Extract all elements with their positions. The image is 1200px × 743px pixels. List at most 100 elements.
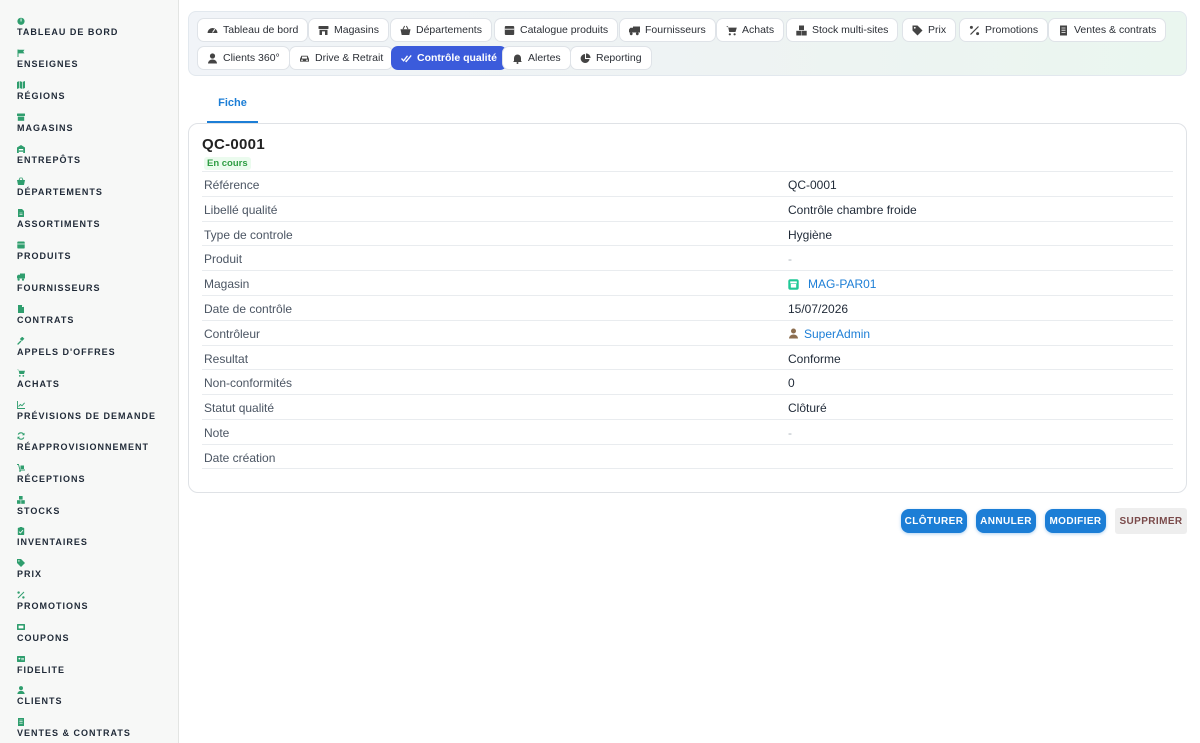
sidebar-item-inventaires[interactable]: INVENTAIRES (17, 527, 88, 547)
magasin-link[interactable]: MAG-PAR01 (808, 277, 876, 291)
sidebar-item-coupons[interactable]: COUPONS (17, 623, 70, 643)
field-row-reference: Référence QC-0001 (202, 171, 1173, 196)
field-label: Date création (204, 450, 276, 465)
sidebar-item-assortiments[interactable]: ASSORTIMENTS (17, 209, 101, 229)
field-row-resultat: Resultat Conforme (202, 344, 1173, 370)
sidebar-item-clients[interactable]: CLIENTS (17, 686, 63, 706)
sidebar-item-label: CLIENTS (17, 696, 63, 706)
field-label: Note (204, 425, 230, 440)
cubes-icon (796, 25, 807, 36)
field-label: Non-conformités (204, 376, 293, 391)
field-label: Magasin (204, 277, 250, 292)
sidebar-item-previsions[interactable]: PRÉVISIONS DE DEMANDE (17, 401, 156, 421)
supprimer-button[interactable]: SUPPRIMER (1115, 508, 1187, 534)
sidebar-item-receptions[interactable]: RÉCEPTIONS (17, 464, 86, 484)
nav-pill-label: Clients 360° (223, 52, 280, 64)
nav-pill-label: Catalogue produits (520, 24, 609, 36)
nav-pill-departements[interactable]: Départements (390, 18, 492, 42)
user-icon (17, 686, 25, 694)
nav-pill-drive-retrait[interactable]: Drive & Retrait (289, 46, 394, 70)
sidebar-item-label: VENTES & CONTRATS (17, 728, 131, 738)
sidebar-item-tableau-de-bord[interactable]: TABLEAU DE BORD (17, 17, 118, 37)
annuler-button[interactable]: ANNULER (976, 509, 1036, 533)
sidebar-item-label: ASSORTIMENTS (17, 219, 101, 229)
controleur-link[interactable]: SuperAdmin (804, 327, 870, 341)
nav-pill-catalogue-produits[interactable]: Catalogue produits (494, 18, 619, 42)
field-value: MAG-PAR01 (788, 277, 876, 291)
sidebar-item-entrepots[interactable]: ENTREPÔTS (17, 145, 81, 165)
field-row-magasin: Magasin MAG-PAR01 (202, 270, 1173, 295)
store-icon (318, 25, 329, 36)
tab-fiche[interactable]: Fiche (207, 90, 258, 123)
cart-icon (17, 369, 25, 377)
sidebar-item-departements[interactable]: DÉPARTEMENTS (17, 177, 103, 197)
nav-pill-clients-360[interactable]: Clients 360° (197, 46, 290, 70)
sidebar-item-ventes-contrats[interactable]: VENTES & CONTRATS (17, 718, 131, 738)
field-label: Référence (204, 178, 260, 192)
nav-pill-controle-qualite[interactable]: Contrôle qualité (391, 46, 507, 70)
field-row-produit: Produit - (202, 245, 1173, 270)
nav-pill-tableau-de-bord[interactable]: Tableau de bord (197, 18, 309, 42)
field-label: Date de contrôle (204, 301, 293, 316)
sidebar-item-prix[interactable]: PRIX (17, 559, 42, 579)
truck-icon (629, 25, 640, 36)
sidebar-item-contrats[interactable]: CONTRATS (17, 305, 74, 325)
document-icon (17, 305, 25, 313)
sidebar-item-produits[interactable]: PRODUITS (17, 241, 72, 261)
chart-icon (17, 401, 25, 409)
sidebar-item-promotions[interactable]: PROMOTIONS (17, 591, 89, 611)
gauge-icon (207, 25, 218, 36)
nav-pill-label: Magasins (334, 24, 379, 36)
nav-pill-magasins[interactable]: Magasins (308, 18, 389, 42)
clipboard-icon (17, 527, 25, 535)
percent-icon (969, 25, 980, 36)
nav-pill-alertes[interactable]: Alertes (502, 46, 571, 70)
field-label: Libellé qualité (204, 202, 278, 217)
store-icon (17, 113, 25, 121)
sidebar-item-label: COUPONS (17, 633, 70, 643)
sidebar-item-enseignes[interactable]: ENSEIGNES (17, 49, 79, 69)
sidebar-item-fournisseurs[interactable]: FOURNISSEURS (17, 273, 101, 293)
sidebar-item-label: PRIX (17, 569, 43, 579)
field-row-date-creation: Date création (202, 443, 1173, 469)
sidebar-item-appels-offres[interactable]: APPELS D'OFFRES (17, 337, 116, 357)
nav-pill-fournisseurs[interactable]: Fournisseurs (619, 18, 716, 42)
field-value: - (788, 425, 792, 440)
field-value: Contrôle chambre froide (788, 202, 917, 217)
modifier-button[interactable]: MODIFIER (1045, 509, 1106, 533)
receipt-icon (1058, 25, 1069, 36)
sidebar-item-stocks[interactable]: STOCKS (17, 496, 60, 516)
nav-pill-prix[interactable]: Prix (902, 18, 957, 42)
sidebar-item-label: STOCKS (17, 506, 61, 516)
file-icon (17, 209, 25, 217)
card-icon (17, 655, 25, 663)
sidebar-item-label: TABLEAU DE BORD (17, 27, 119, 37)
sidebar-item-magasins[interactable]: MAGASINS (17, 113, 74, 133)
nav-pill-label: Départements (416, 24, 482, 36)
nav-pill-label: Stock multi-sites (812, 24, 889, 36)
cubes-icon (17, 496, 25, 504)
sidebar-item-label: PRÉVISIONS DE DEMANDE (17, 411, 157, 421)
field-value: SuperAdmin (788, 327, 870, 341)
gavel-icon (17, 337, 25, 345)
field-value: QC-0001 (788, 178, 837, 192)
nav-pill-promotions[interactable]: Promotions (959, 18, 1049, 42)
field-label: Produit (204, 252, 243, 267)
sidebar: TABLEAU DE BORD ENSEIGNES RÉGIONS MAGASI… (0, 0, 179, 743)
nav-pill-ventes-contrats[interactable]: Ventes & contrats (1048, 18, 1167, 42)
sidebar-item-regions[interactable]: RÉGIONS (17, 81, 66, 101)
nav-pill-achats[interactable]: Achats (716, 18, 785, 42)
field-value: 0 (788, 376, 795, 391)
record-card: QC-0001 En cours Référence QC-0001 Libel… (188, 123, 1187, 493)
nav-pill-reporting[interactable]: Reporting (570, 46, 652, 70)
basket-icon (17, 177, 25, 185)
refresh-icon (17, 432, 25, 440)
sidebar-item-fidelite[interactable]: FIDELITE (17, 655, 65, 675)
sidebar-item-reapprovisionnement[interactable]: RÉAPPROVISIONNEMENT (17, 432, 149, 452)
nav-pill-stock-multi-sites[interactable]: Stock multi-sites (786, 18, 899, 42)
nav-pill-label: Ventes & contrats (1074, 24, 1157, 36)
sidebar-item-achats[interactable]: ACHATS (17, 369, 60, 389)
dashboard-icon (17, 17, 25, 25)
tags-icon (17, 559, 25, 567)
cloturer-button[interactable]: CLÔTURER (901, 509, 967, 533)
